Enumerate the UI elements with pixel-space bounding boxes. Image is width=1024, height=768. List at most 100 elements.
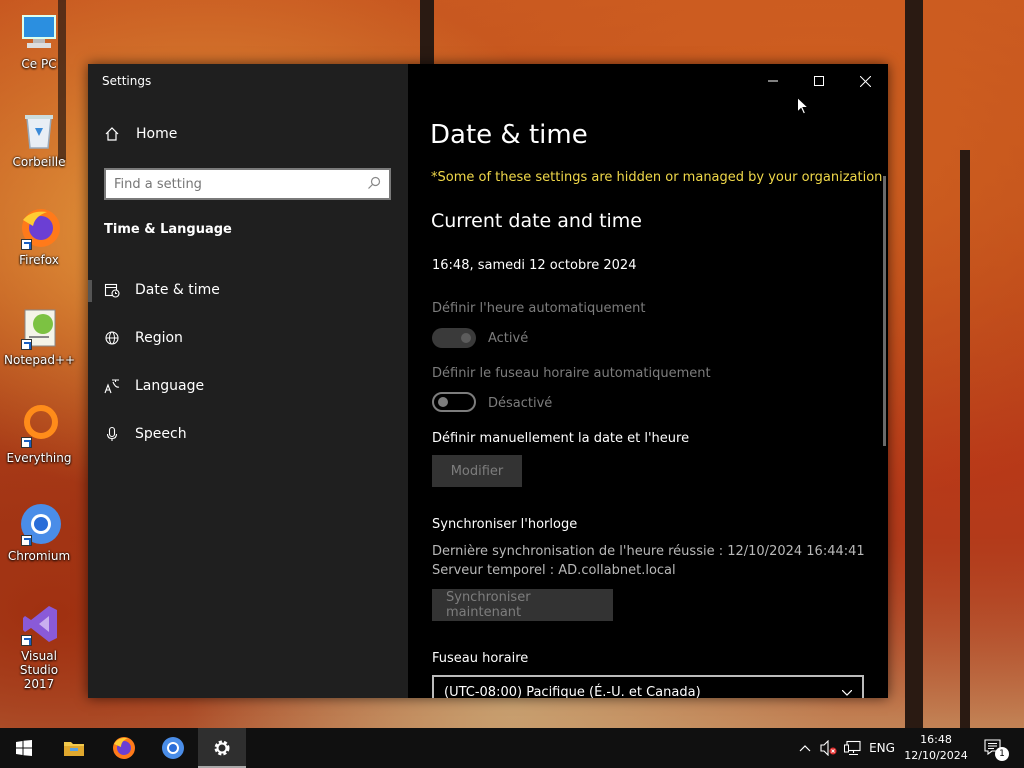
mouse-cursor-icon [797, 97, 809, 115]
taskbar-clock[interactable]: 16:48 12/10/2024 [900, 728, 972, 768]
shortcut-arrow-icon [21, 635, 32, 646]
home-label: Home [136, 126, 178, 142]
shortcut-arrow-icon [21, 239, 32, 250]
desktop-icon-label: Firefox [19, 253, 59, 267]
settings-icon [214, 740, 230, 756]
chevron-up-icon [799, 745, 811, 752]
sidebar-item-speech[interactable]: Speech [88, 414, 408, 454]
close-icon [859, 75, 871, 87]
taskbar-chromium[interactable] [149, 728, 197, 768]
volume-muted-icon [820, 740, 837, 756]
sidebar-item-language[interactable]: Language [88, 366, 408, 406]
settings-sidebar: Settings Home Find a setting Time & Lang… [88, 64, 408, 698]
desktop-icon-firefox[interactable]: Firefox [4, 206, 74, 267]
desktop-icon-label: Ce PC [21, 57, 57, 71]
tree-trunk [420, 0, 434, 70]
clock-date: 12/10/2024 [904, 749, 968, 762]
desktop-icon-recycle-bin[interactable]: Corbeille [4, 108, 74, 169]
sidebar-item-label: Language [135, 378, 205, 394]
desktop-icon-this-pc[interactable]: Ce PC [4, 10, 74, 71]
last-sync-text: Dernière synchronisation de l'heure réus… [432, 544, 865, 559]
taskbar: ENG 16:48 12/10/2024 1 [0, 728, 1024, 768]
page-title: Date & time [430, 120, 588, 150]
settings-window: Settings Home Find a setting Time & Lang… [88, 64, 888, 698]
modify-button[interactable]: Modifier [432, 455, 522, 487]
desktop-icon-label: Visual Studio 2017 [19, 649, 59, 691]
desktop-icon-everything[interactable]: Everything [4, 404, 74, 465]
search-icon [367, 175, 381, 194]
maximize-icon [814, 76, 824, 86]
auto-timezone-toggle[interactable] [432, 392, 476, 412]
current-date-time-heading: Current date and time [431, 210, 642, 232]
show-hidden-icons-button[interactable] [796, 728, 814, 768]
minimize-icon [768, 80, 778, 82]
taskbar-firefox[interactable] [100, 728, 148, 768]
toggle-knob [461, 333, 471, 343]
sync-clock-heading: Synchroniser l'horloge [432, 517, 578, 532]
minimize-button[interactable] [750, 64, 796, 98]
timezone-selected-value: (UTC-08:00) Pacifique (É.-U. et Canada) [444, 684, 701, 699]
manual-date-time-label: Définir manuellement la date et l'heure [432, 431, 690, 446]
everything-icon [17, 404, 61, 448]
computer-icon [17, 10, 61, 54]
shortcut-arrow-icon [21, 535, 32, 546]
sidebar-item-label: Region [135, 330, 183, 346]
search-placeholder: Find a setting [114, 176, 202, 192]
maximize-button[interactable] [796, 64, 842, 98]
recycle-bin-icon [17, 108, 61, 152]
language-icon [104, 378, 120, 394]
sidebar-item-label: Speech [135, 426, 187, 442]
close-button[interactable] [842, 64, 888, 98]
chromium-icon [162, 737, 184, 759]
taskbar-file-explorer[interactable] [50, 728, 98, 768]
network-icon [844, 740, 861, 756]
sidebar-item-home[interactable]: Home [104, 126, 177, 142]
desktop-icon-label: Chromium [7, 549, 71, 563]
taskbar-settings[interactable] [198, 728, 246, 768]
organization-notice: *Some of these settings are hidden or ma… [431, 170, 887, 185]
time-server-text: Serveur temporel : AD.collabnet.local [432, 563, 676, 578]
shortcut-arrow-icon [21, 339, 32, 350]
shortcut-arrow-icon [21, 437, 32, 448]
auto-timezone-label: Définir le fuseau horaire automatiquemen… [432, 366, 711, 381]
desktop-icon-chromium[interactable]: Chromium [4, 502, 74, 563]
auto-time-state: Activé [488, 331, 529, 346]
desktop-icon-label: Corbeille [12, 155, 66, 169]
volume-button[interactable] [818, 728, 840, 768]
microphone-icon [104, 426, 120, 442]
chromium-icon [17, 502, 61, 546]
sidebar-item-date-time[interactable]: Date & time [88, 270, 408, 310]
calendar-clock-icon [104, 282, 120, 298]
section-title: Time & Language [104, 222, 232, 237]
desktop-icon-notepad-plus-plus[interactable]: Notepad++ [4, 306, 76, 367]
current-date-time-value: 16:48, samedi 12 octobre 2024 [432, 258, 637, 273]
desktop-icon-label: Notepad++ [4, 353, 76, 367]
clock-time: 16:48 [920, 733, 952, 746]
globe-icon [104, 330, 120, 346]
tree-trunk [960, 150, 970, 728]
chevron-down-icon [841, 685, 853, 699]
firefox-icon [113, 737, 135, 759]
start-button[interactable] [0, 728, 48, 768]
input-language-button[interactable]: ENG [866, 728, 898, 768]
auto-time-label: Définir l'heure automatiquement [432, 301, 646, 316]
notepad-plus-plus-icon [17, 306, 61, 350]
timezone-heading: Fuseau horaire [432, 651, 529, 666]
toggle-knob [438, 397, 448, 407]
action-center-button[interactable]: 1 [978, 728, 1010, 768]
home-icon [104, 126, 120, 142]
firefox-icon [17, 206, 61, 250]
visual-studio-icon [17, 602, 61, 646]
sidebar-item-region[interactable]: Region [88, 318, 408, 358]
desktop-icon-visual-studio[interactable]: Visual Studio 2017 [4, 602, 74, 691]
start-icon [16, 740, 32, 756]
scrollbar[interactable] [883, 176, 886, 446]
search-input[interactable]: Find a setting [104, 168, 391, 200]
timezone-select[interactable]: (UTC-08:00) Pacifique (É.-U. et Canada) [432, 675, 864, 698]
sidebar-item-label: Date & time [135, 282, 220, 298]
network-button[interactable] [842, 728, 864, 768]
notification-count-badge: 1 [995, 747, 1009, 761]
desktop-icon-label: Everything [6, 451, 72, 465]
auto-time-toggle[interactable] [432, 328, 476, 348]
sync-now-button[interactable]: Synchroniser maintenant [432, 589, 613, 621]
